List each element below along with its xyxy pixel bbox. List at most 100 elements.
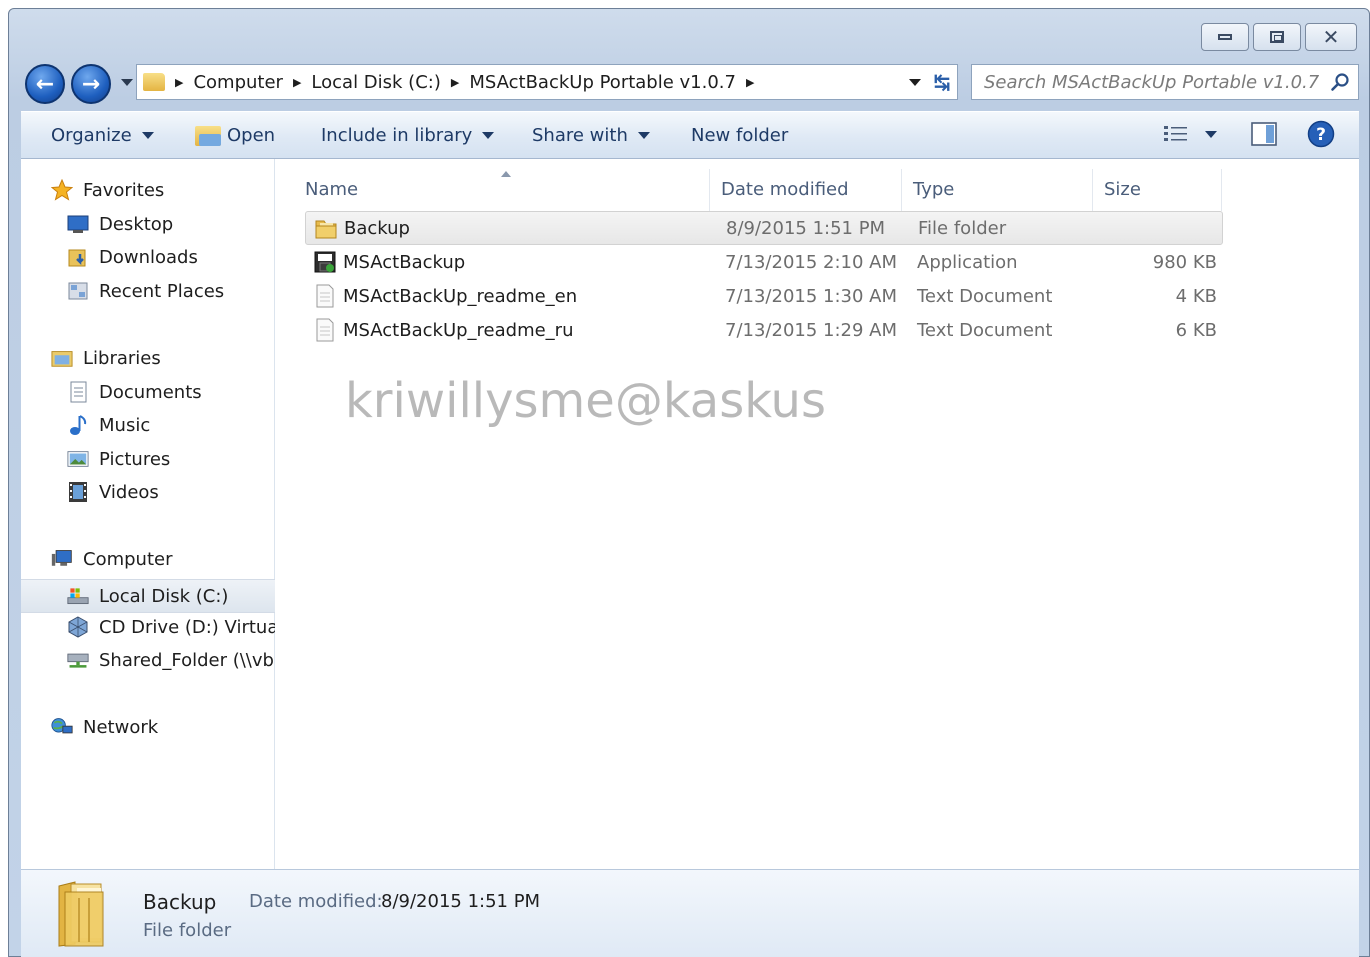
- svg-text:?: ?: [1316, 125, 1326, 145]
- close-button[interactable]: ✕: [1305, 23, 1357, 51]
- column-header-name[interactable]: Name: [305, 179, 358, 200]
- navigation-pane: Favorites Desktop Downloads Recent Place…: [21, 159, 275, 869]
- restore-icon: [1270, 31, 1284, 43]
- desktop-icon: [67, 213, 89, 235]
- folder-icon: [315, 220, 337, 239]
- file-row-readme-ru[interactable]: MSActBackUp_readme_ru 7/13/2015 1:29 AM …: [305, 313, 1223, 347]
- column-header-type[interactable]: Type: [913, 179, 954, 200]
- maximize-button[interactable]: [1253, 23, 1301, 51]
- file-date: 7/13/2015 2:10 AM: [725, 251, 898, 273]
- file-date: 7/13/2015 1:30 AM: [725, 285, 898, 307]
- forward-arrow-icon: →: [81, 71, 101, 97]
- search-placeholder: Search MSActBackUp Portable v1.0.7: [984, 71, 1320, 93]
- command-bar: Organize Open Include in library Share w…: [21, 111, 1359, 159]
- help-button[interactable]: ?: [1307, 120, 1335, 148]
- details-pane: Backup File folder Date modified: 8/9/20…: [21, 869, 1359, 957]
- nav-cd-drive[interactable]: CD Drive (D:) Virtual: [21, 616, 275, 638]
- share-with-button[interactable]: Share with: [532, 125, 650, 146]
- nav-desktop[interactable]: Desktop: [21, 213, 275, 235]
- nav-computer-label: Computer: [83, 548, 173, 570]
- nav-network[interactable]: Network: [51, 716, 158, 738]
- new-folder-button[interactable]: New folder: [691, 125, 788, 146]
- date-modified-label: Date modified:: [249, 891, 383, 912]
- recent-pages-dropdown[interactable]: [121, 79, 133, 86]
- star-icon: [51, 179, 73, 201]
- search-icon[interactable]: [1330, 72, 1350, 92]
- explorer-window: ✕ ← → ▶ Computer ▶ Local Disk (C:) ▶ MSA…: [8, 8, 1370, 957]
- text-document-icon: [316, 284, 334, 308]
- breadcrumb-separator-icon[interactable]: ▶: [746, 76, 754, 89]
- column-separator[interactable]: [1092, 169, 1093, 211]
- nav-pictures-label: Pictures: [99, 448, 171, 470]
- nav-videos[interactable]: Videos: [21, 481, 275, 503]
- libraries-icon: [51, 347, 73, 369]
- nav-recent-places[interactable]: Recent Places: [21, 280, 275, 302]
- file-row-backup[interactable]: Backup 8/9/2015 1:51 PM File folder: [305, 211, 1223, 245]
- forward-button[interactable]: →: [71, 64, 111, 104]
- file-type: Text Document: [917, 285, 1053, 307]
- help-icon: ?: [1307, 120, 1335, 148]
- breadcrumb-local-disk[interactable]: Local Disk (C:): [311, 72, 440, 93]
- caret-down-icon: [141, 132, 154, 139]
- nav-downloads[interactable]: Downloads: [21, 246, 275, 268]
- column-separator[interactable]: [709, 169, 710, 211]
- close-icon: ✕: [1322, 25, 1340, 49]
- nav-computer[interactable]: Computer: [51, 548, 172, 570]
- address-history-dropdown[interactable]: [909, 79, 921, 86]
- nav-music[interactable]: Music: [21, 414, 275, 436]
- organize-label: Organize: [51, 125, 132, 146]
- refresh-button[interactable]: ↹: [924, 64, 960, 100]
- preview-pane-icon: [1251, 122, 1277, 146]
- address-bar[interactable]: ▶ Computer ▶ Local Disk (C:) ▶ MSActBack…: [136, 64, 958, 100]
- file-size: 980 KB: [1152, 251, 1217, 273]
- selected-item-name: Backup: [143, 890, 217, 914]
- details-view-icon: [1164, 126, 1187, 141]
- change-view-button[interactable]: [1163, 124, 1217, 144]
- open-button[interactable]: Open: [195, 125, 275, 146]
- nav-local-disk-label: Local Disk (C:): [99, 585, 229, 607]
- nav-music-label: Music: [99, 414, 151, 436]
- computer-icon: [51, 548, 73, 570]
- preview-pane-button[interactable]: [1251, 122, 1277, 146]
- file-name: MSActBackUp_readme_ru: [343, 319, 574, 341]
- network-icon: [51, 716, 73, 738]
- nav-favorites[interactable]: Favorites: [51, 179, 164, 201]
- downloads-icon: [67, 246, 89, 268]
- column-separator[interactable]: [901, 169, 902, 211]
- file-size: 4 KB: [1175, 285, 1217, 307]
- breadcrumb-current-folder[interactable]: MSActBackUp Portable v1.0.7: [469, 72, 736, 93]
- nav-libraries[interactable]: Libraries: [51, 347, 161, 369]
- column-header-date-modified[interactable]: Date modified: [721, 179, 849, 200]
- nav-shared-folder[interactable]: Shared_Folder (\\vb: [21, 649, 275, 671]
- selected-item-type: File folder: [143, 920, 232, 941]
- file-row-readme-en[interactable]: MSActBackUp_readme_en 7/13/2015 1:30 AM …: [305, 279, 1223, 313]
- folder-icon: [58, 881, 104, 947]
- application-icon: [314, 251, 336, 273]
- nav-libraries-label: Libraries: [83, 347, 161, 369]
- breadcrumb-separator-icon[interactable]: ▶: [175, 76, 183, 89]
- file-type: File folder: [918, 217, 1007, 239]
- include-in-library-button[interactable]: Include in library: [321, 125, 495, 146]
- column-header-size[interactable]: Size: [1104, 179, 1141, 200]
- back-button[interactable]: ←: [25, 64, 65, 104]
- caret-down-icon: [482, 132, 495, 139]
- new-folder-label: New folder: [691, 125, 789, 146]
- breadcrumb-separator-icon[interactable]: ▶: [451, 76, 459, 89]
- search-input[interactable]: Search MSActBackUp Portable v1.0.7: [971, 64, 1359, 100]
- file-date: 8/9/2015 1:51 PM: [726, 217, 886, 239]
- nav-documents[interactable]: Documents: [21, 381, 275, 403]
- file-date: 7/13/2015 1:29 AM: [725, 319, 898, 341]
- column-separator[interactable]: [1221, 169, 1222, 211]
- organize-button[interactable]: Organize: [51, 125, 154, 146]
- nav-pictures[interactable]: Pictures: [21, 448, 275, 470]
- nav-cd-drive-label: CD Drive (D:) Virtual: [99, 616, 275, 638]
- pictures-icon: [67, 448, 89, 470]
- breadcrumb-separator-icon[interactable]: ▶: [293, 76, 301, 89]
- file-name: MSActBackUp_readme_en: [343, 285, 578, 307]
- nav-local-disk[interactable]: Local Disk (C:): [21, 579, 275, 613]
- nav-desktop-label: Desktop: [99, 213, 174, 235]
- minimize-button[interactable]: [1201, 23, 1249, 51]
- videos-icon: [67, 481, 89, 503]
- breadcrumb-computer[interactable]: Computer: [193, 72, 282, 93]
- file-row-msactbackup[interactable]: MSActBackup 7/13/2015 2:10 AM Applicatio…: [305, 245, 1223, 279]
